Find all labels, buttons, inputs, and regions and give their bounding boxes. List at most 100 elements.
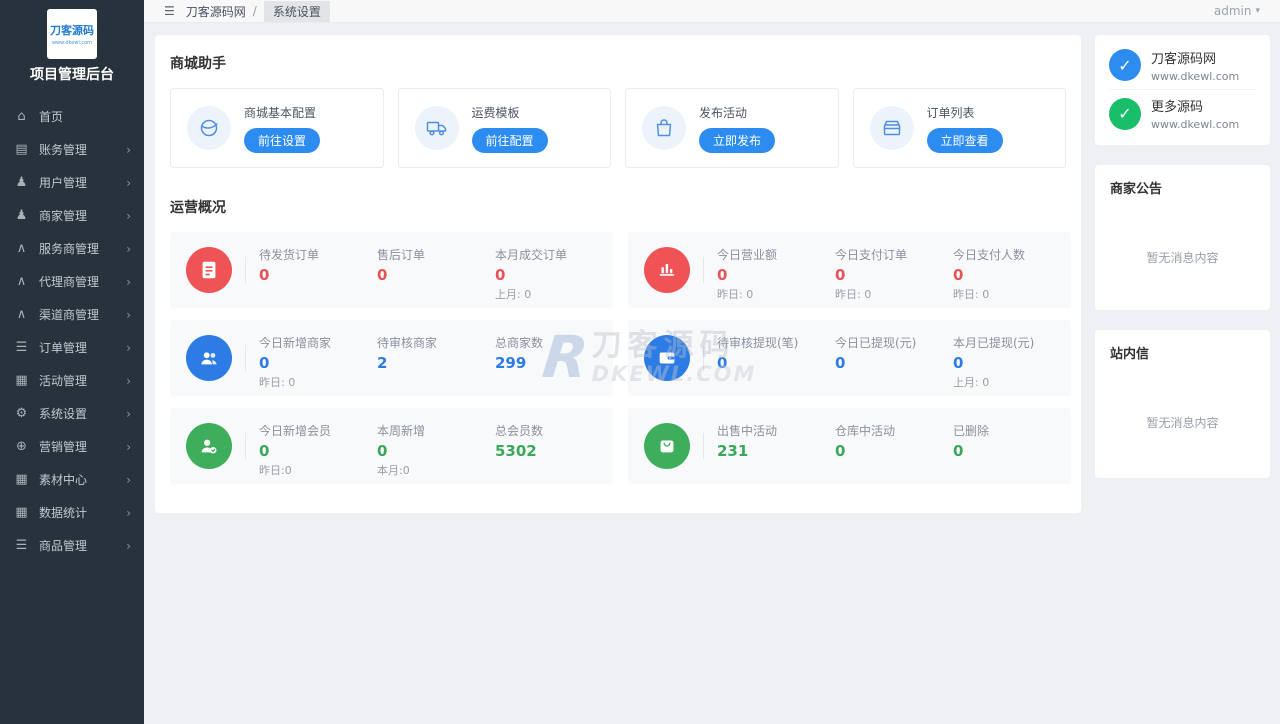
link-title: 刀客源码网: [1151, 51, 1217, 67]
merchants-icon: [186, 335, 232, 381]
sidebar-item-label: 商家管理: [39, 209, 88, 223]
overview-section-title: 运营概况: [170, 200, 226, 216]
announcement-title: 商家公告: [1110, 182, 1163, 197]
announcement-empty-text: 暂无消息内容: [1146, 251, 1219, 265]
sidebar-item-label: 营销管理: [39, 440, 88, 454]
sidebar-item-users[interactable]: ♟ 用户管理 ›: [0, 166, 144, 199]
goto-config-button[interactable]: 前往配置: [471, 127, 548, 153]
truck-icon: [414, 106, 459, 150]
shop-bag-icon: [644, 423, 690, 469]
sidebar-item-label: 账务管理: [39, 143, 88, 157]
overview-blocks: 待发货订单 0 售后订单 0 本月成交订单 0 上月: 0 今日营业额 0 昨日…: [170, 232, 1071, 484]
divider: [245, 433, 246, 459]
promo-link-main-site[interactable]: ✓ 刀客源码网 www.dkewl.com: [1109, 41, 1256, 89]
stat: 待发货订单 0: [259, 248, 320, 284]
chevron-right-icon: ›: [126, 274, 131, 289]
logo-text: 刀客源码: [50, 24, 94, 37]
link-title: 更多源码: [1151, 100, 1204, 115]
publish-now-button[interactable]: 立即发布: [699, 127, 776, 153]
sidebar-item-statistics[interactable]: ▦ 数据统计 ›: [0, 496, 144, 529]
chevron-right-icon: ›: [126, 142, 131, 157]
chevron-right-icon: ›: [126, 472, 131, 487]
bar-chart-icon: [644, 247, 690, 293]
sidebar-item-agents[interactable]: ∧ 代理商管理 ›: [0, 265, 144, 298]
products-icon: ☰: [15, 538, 28, 553]
sidebar-item-label: 系统设置: [39, 407, 88, 421]
divider: [245, 345, 246, 371]
finance-icon: ▤: [15, 142, 28, 157]
promo-link-more-source[interactable]: ✓ 更多源码 www.dkewl.com: [1109, 89, 1256, 137]
main-panel: 商城助手 商城基本配置 前往设置 运费模板 前往配置 发布活动 立即发布 订单列…: [155, 35, 1081, 513]
chat-icon: [187, 106, 231, 150]
merchants-icon: ♟: [15, 208, 28, 223]
chevron-right-icon: ›: [126, 505, 131, 520]
marketing-icon: ⊕: [16, 439, 27, 454]
stat: 总商家数 299: [495, 336, 544, 372]
stat-block-members: 今日新增会员 0 昨日:0 本周新增 0 本月:0 总会员数 5302: [170, 408, 613, 484]
chevron-right-icon: ›: [126, 307, 131, 322]
sidebar: 刀客源码 www.dkewl.com 项目管理后台 ⌂ 首页 ▤ 账务管理 › …: [0, 0, 144, 724]
user-menu[interactable]: admin ▾: [1214, 4, 1260, 18]
menu-toggle-icon[interactable]: ☰: [164, 4, 175, 18]
agent-icon: ∧: [16, 274, 27, 289]
check-icon: ✓: [1109, 49, 1141, 81]
view-now-button[interactable]: 立即查看: [926, 127, 1003, 153]
breadcrumb-current: 系统设置: [263, 0, 330, 22]
card-label: 发布活动: [699, 105, 748, 120]
stat-block-merchants: 今日新增商家 0 昨日: 0 待审核商家 2 总商家数 299: [170, 320, 613, 396]
sidebar-menu: ⌂ 首页 ▤ 账务管理 › ♟ 用户管理 › ♟ 商家管理 › ∧ 服务商管理: [0, 100, 144, 562]
member-icon: [186, 423, 232, 469]
goto-settings-button[interactable]: 前往设置: [244, 127, 321, 153]
link-url: www.dkewl.com: [1151, 69, 1240, 83]
sidebar-item-label: 服务商管理: [39, 242, 100, 256]
bag-icon: [642, 106, 686, 150]
inbox-panel: 站内信 暂无消息内容: [1095, 330, 1270, 478]
sidebar-item-finance[interactable]: ▤ 账务管理 ›: [0, 133, 144, 166]
sidebar-item-products[interactable]: ☰ 商品管理 ›: [0, 529, 144, 562]
chevron-down-icon: ▾: [1255, 6, 1260, 16]
sidebar-item-orders[interactable]: ☰ 订单管理 ›: [0, 331, 144, 364]
sidebar-item-merchants[interactable]: ♟ 商家管理 ›: [0, 199, 144, 232]
sidebar-item-providers[interactable]: ∧ 服务商管理 ›: [0, 232, 144, 265]
sidebar-item-settings[interactable]: ⚙ 系统设置 ›: [0, 397, 144, 430]
stat: 出售中活动 231: [717, 424, 778, 460]
sidebar-item-label: 用户管理: [39, 176, 88, 190]
wallet-icon: [644, 335, 690, 381]
sidebar-item-marketing[interactable]: ⊕ 营销管理 ›: [0, 430, 144, 463]
inbox-title: 站内信: [1110, 347, 1150, 362]
card-label: 商城基本配置: [244, 105, 317, 120]
stat-block-revenue: 今日营业额 0 昨日: 0 今日支付订单 0 昨日: 0 今日支付人数 0 昨日…: [628, 232, 1071, 308]
breadcrumb-separator: /: [252, 4, 257, 18]
material-icon: ▦: [15, 472, 28, 487]
logo-subtext: www.dkewl.com: [51, 40, 93, 46]
sidebar-item-label: 活动管理: [39, 374, 88, 388]
stat: 本月成交订单 0 上月: 0: [495, 248, 568, 301]
sidebar-item-label: 数据统计: [39, 506, 88, 520]
sidebar-item-channels[interactable]: ∧ 渠道商管理 ›: [0, 298, 144, 331]
sidebar-item-materials[interactable]: ▦ 素材中心 ›: [0, 463, 144, 496]
divider: [703, 345, 704, 371]
topbar: ☰ 刀客源码网 / 系统设置 admin ▾: [144, 0, 1280, 23]
settings-icon: ⚙: [15, 406, 28, 421]
stat: 今日新增商家 0 昨日: 0: [259, 336, 332, 389]
sidebar-item-label: 商品管理: [39, 539, 88, 553]
provider-icon: ∧: [16, 241, 27, 256]
sidebar-item-label: 渠道商管理: [39, 308, 100, 322]
card-label: 运费模板: [471, 105, 520, 120]
chevron-right-icon: ›: [126, 373, 131, 388]
chevron-right-icon: ›: [126, 208, 131, 223]
sidebar-item-activities[interactable]: ▦ 活动管理 ›: [0, 364, 144, 397]
stat: 售后订单 0: [377, 248, 426, 284]
user-name: admin: [1213, 4, 1252, 18]
assistant-card-mall-config: 商城基本配置 前往设置: [170, 88, 384, 168]
check-icon: ✓: [1109, 97, 1141, 130]
sidebar-item-label: 素材中心: [39, 473, 88, 487]
app-logo: 刀客源码 www.dkewl.com: [47, 9, 97, 59]
sidebar-item-home[interactable]: ⌂ 首页: [0, 100, 144, 133]
orders-icon: ☰: [15, 340, 28, 355]
breadcrumb-home[interactable]: 刀客源码网: [186, 3, 246, 20]
stat-block-shipping-orders: 待发货订单 0 售后订单 0 本月成交订单 0 上月: 0: [170, 232, 613, 308]
document-icon: [186, 247, 232, 293]
stat: 本月已提现(元) 0 上月: 0: [953, 336, 1035, 389]
chevron-right-icon: ›: [126, 406, 131, 421]
